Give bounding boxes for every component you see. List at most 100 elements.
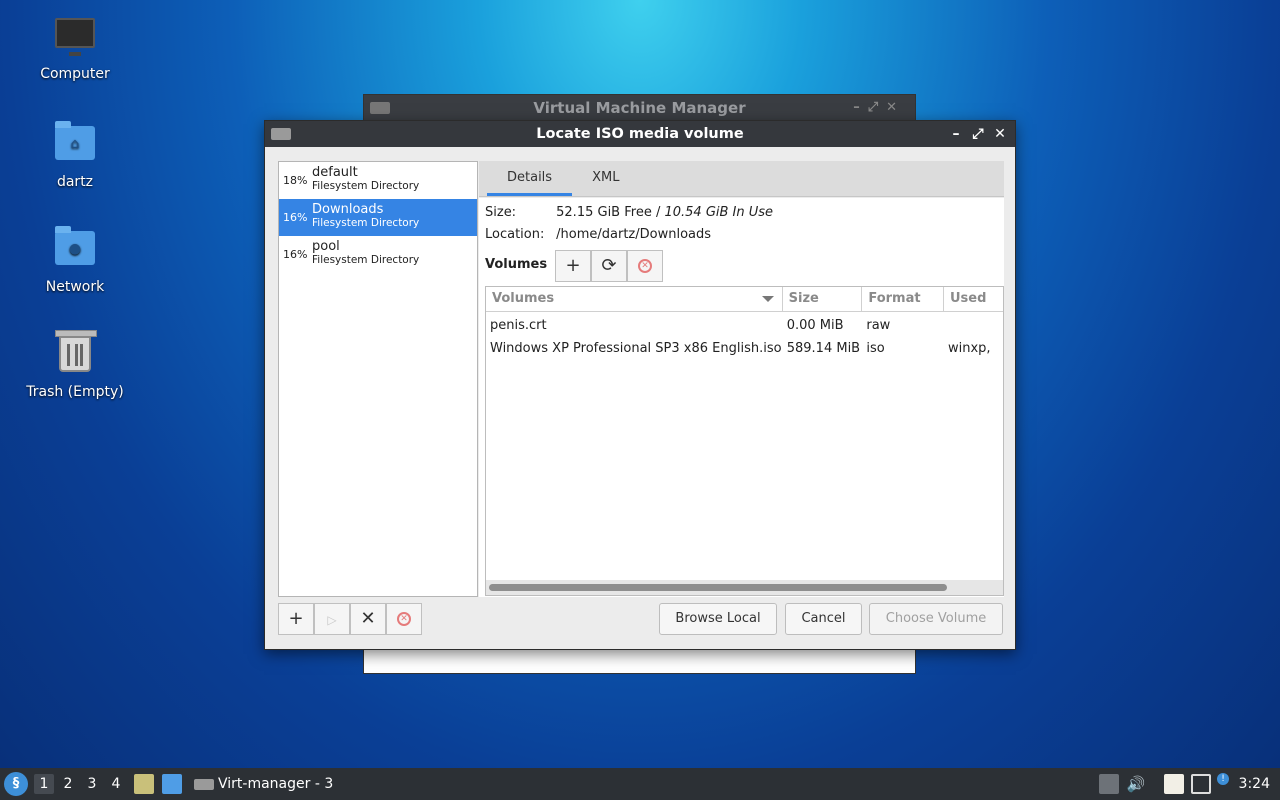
window-controls-icon: –⤢✕ [853,100,905,115]
close-icon[interactable]: ✕ [991,121,1009,147]
table-header: Volumes Size Format Used [486,287,1003,312]
delete-icon: ✕ [397,612,411,626]
stop-pool-button[interactable]: ✕ [350,603,386,635]
tab-xml[interactable]: XML [572,161,639,196]
sort-descending-icon [761,296,774,302]
pool-item-downloads[interactable]: 16% Downloads Filesystem Directory [279,199,477,236]
refresh-volumes-button[interactable]: ⟳ [591,250,627,282]
cancel-button[interactable]: Cancel [785,603,862,635]
trash-icon [53,330,97,380]
pool-type: Filesystem Directory [312,180,420,192]
network-folder-icon: ● [53,226,97,275]
desktop-icon-computer[interactable]: Computer [20,14,130,82]
location-row: Location: /home/dartz/Downloads [485,227,711,242]
workspace-3[interactable]: 3 [82,774,102,794]
workspace-4[interactable]: 4 [106,774,126,794]
column-header-size[interactable]: Size [783,287,863,311]
column-header-label: Volumes [492,291,555,306]
volume-used [944,314,1003,337]
add-pool-button[interactable]: + [278,603,314,635]
dialog-titlebar[interactable]: Locate ISO media volume – ⤢ ✕ [265,121,1015,147]
desktop-icon-label: Computer [40,66,110,82]
pool-details-pane: Details XML Size: 52.15 GiB Free / 10.54… [479,161,1004,597]
scrollbar-thumb[interactable] [489,584,947,591]
tray-update-icon[interactable] [1099,774,1119,794]
pool-name: pool [312,239,340,254]
volume-name: Windows XP Professional SP3 x86 English.… [490,341,782,356]
computer-icon [53,18,97,62]
column-header-label: Format [868,291,921,306]
pool-type: Filesystem Directory [312,254,420,266]
notification-icon[interactable]: ! [1217,773,1229,785]
volume-format: iso [866,341,885,356]
clock[interactable]: 3:24 [1239,768,1270,800]
minimize-icon[interactable]: – [947,121,965,147]
play-icon: ▷ [327,613,337,627]
pool-item-pool[interactable]: 16% pool Filesystem Directory [279,236,477,273]
pool-action-buttons: + ▷ ✕ ✕ [278,603,422,635]
volume-icon[interactable]: 🔊 [1126,774,1146,794]
window-title: Virtual Machine Manager [533,99,746,117]
table-row[interactable]: penis.crt 0.00 MiB raw [486,314,1003,337]
tab-details[interactable]: Details [487,161,573,196]
start-pool-button[interactable]: ▷ [314,603,350,635]
desktop-icon-label: Network [45,279,105,295]
window-titlebar[interactable]: Virtual Machine Manager –⤢✕ [364,95,915,121]
pool-usage: 18% [283,174,308,187]
pool-usage: 16% [283,211,308,224]
taskbar-task-virt-manager[interactable]: Virt-manager - 3 wind… [192,770,384,798]
size-separator: / [651,205,665,220]
delete-icon: ✕ [638,259,652,273]
refresh-icon: ⟳ [601,255,617,276]
size-used: 10.54 GiB In Use [664,205,774,220]
size-row: Size: 52.15 GiB Free / 10.54 GiB In Use [485,205,773,220]
column-header-label: Size [788,291,819,306]
volumes-table[interactable]: Volumes Size Format Used penis.crt 0.00 … [485,286,1004,596]
desktop-icon-label: Trash (Empty) [26,384,124,400]
delete-volume-button[interactable]: ✕ [627,250,663,282]
choose-volume-button[interactable]: Choose Volume [869,603,1003,635]
volume-used: winxp, [947,341,991,356]
volume-format: raw [866,318,891,333]
workspace-1[interactable]: 1 [34,774,54,794]
column-header-volumes[interactable]: Volumes [486,287,783,311]
show-desktop-icon[interactable] [162,774,182,794]
volume-size: 589.14 MiB [786,341,861,356]
volume-action-buttons: + ⟳ ✕ [555,250,663,282]
location-label: Location: [485,227,545,242]
size-free: 52.15 GiB Free [556,205,652,220]
virt-manager-logo-icon [370,102,390,114]
pool-item-default[interactable]: 18% default Filesystem Directory [279,162,477,199]
start-menu-icon[interactable]: § [4,772,28,796]
desktop-icon-label: dartz [56,174,94,190]
pool-type: Filesystem Directory [312,217,420,229]
pool-name: Downloads [312,202,384,217]
location-value: /home/dartz/Downloads [556,227,712,242]
home-folder-icon: ⌂ [53,121,97,170]
maximize-icon[interactable]: ⤢ [969,121,987,147]
column-header-format[interactable]: Format [862,287,944,311]
browse-local-button[interactable]: Browse Local [659,603,777,635]
details-tabs: Details XML [479,161,1004,197]
desktop-icon-network[interactable]: ● Network [20,225,130,295]
pool-name: default [312,165,358,180]
x-icon: ✕ [360,608,376,629]
add-volume-button[interactable]: + [555,250,591,282]
workspace-2[interactable]: 2 [58,774,78,794]
storage-pool-list[interactable]: 18% default Filesystem Directory 16% Dow… [278,161,478,597]
plus-icon: + [288,608,304,629]
virt-manager-logo-icon [271,128,291,140]
column-header-used[interactable]: Used [944,287,1003,311]
clipboard-icon[interactable] [1164,774,1184,794]
volume-size: 0.00 MiB [786,318,844,333]
details-panel: Size: 52.15 GiB Free / 10.54 GiB In Use … [479,198,1004,597]
dialog-title: Locate ISO media volume [536,126,744,142]
network-tray-icon[interactable] [1191,774,1211,794]
table-row[interactable]: Windows XP Professional SP3 x86 English.… [486,337,1003,360]
delete-pool-button[interactable]: ✕ [386,603,422,635]
file-manager-launcher-icon[interactable] [134,774,154,794]
desktop-icon-home[interactable]: ⌂ dartz [20,120,130,190]
horizontal-scrollbar[interactable] [486,580,1003,595]
desktop-icon-trash[interactable]: Trash (Empty) [20,330,130,400]
volume-name: penis.crt [490,318,547,333]
